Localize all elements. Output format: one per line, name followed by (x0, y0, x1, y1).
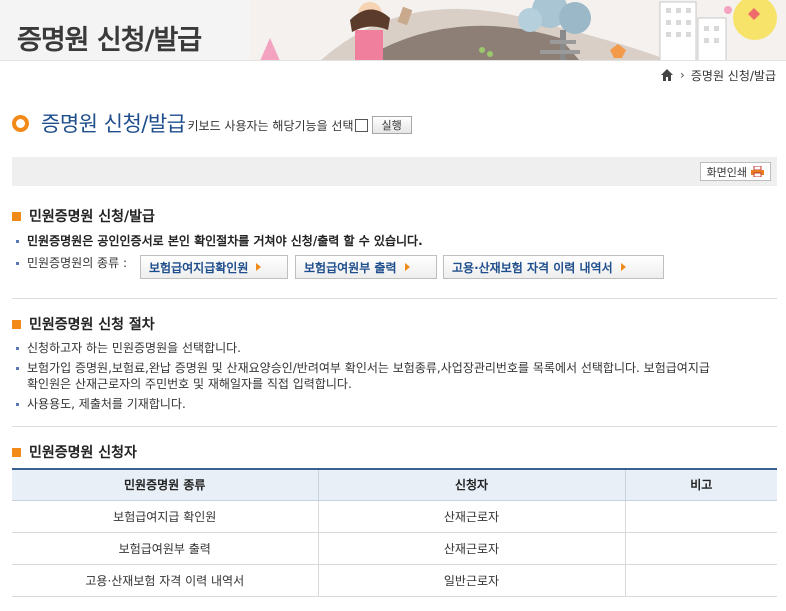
section-square-icon (12, 447, 21, 457)
arrow-right-icon (404, 263, 410, 271)
benefit-payment-cert-label: 보험급여지급확인원 (149, 260, 249, 275)
table-row: 보험급여원부 출력 산재근로자 (12, 532, 777, 565)
print-screen-button[interactable]: 화면인쇄 (699, 162, 771, 181)
banner-illustration (250, 0, 786, 60)
table-header-row: 민원증명원 종류 신청자 비고 (12, 468, 777, 501)
procedure-step2: 보험가입 증명원,보험료,완납 증명원 및 산재요양승인/반려여부 확인서는 보… (27, 360, 710, 392)
column-header-doc-type: 민원증명원 종류 (12, 468, 318, 501)
bullet-icon (16, 240, 19, 243)
bullet-icon (16, 403, 19, 406)
list-item: 보험가입 증명원,보험료,완납 증명원 및 산재요양승인/반려여부 확인서는 보… (16, 360, 776, 392)
section-apply-line1: 민원증명원은 공인인증서로 본인 확인절차를 거쳐야 신청/출력 할 수 있습니… (27, 234, 423, 248)
breadcrumb-current[interactable]: 증명원 신청/발급 (691, 67, 776, 84)
qualification-history-label: 고용·산재보험 자격 이력 내역서 (452, 260, 613, 275)
table-cell-applicant: 산재근로자 (317, 500, 625, 533)
section-square-icon (12, 211, 21, 221)
section-procedure-head: 민원증명원 신청 절차 (12, 315, 155, 333)
table-row: 보험급여지급 확인원 산재근로자 (12, 500, 777, 533)
top-banner: 증명원 신청/발급 (0, 0, 786, 61)
section-applicant-title: 민원증명원 신청자 (29, 445, 137, 461)
list-item: 민원증명원은 공인인증서로 본인 확인절차를 거쳐야 신청/출력 할 수 있습니… (16, 233, 423, 249)
bullet-icon (16, 262, 19, 265)
qualification-history-button[interactable]: 고용·산재보험 자격 이력 내역서 (443, 255, 664, 279)
bullet-icon (16, 347, 19, 350)
benefit-ledger-print-label: 보험급여원부 출력 (304, 260, 397, 275)
keyboard-notice: 키보드 사용자는 해당기능을 선택 (187, 118, 354, 133)
table-cell-remarks (624, 564, 777, 597)
table-cell-applicant: 산재근로자 (317, 532, 625, 565)
banner-title: 증명원 신청/발급 (17, 25, 202, 56)
table-row: 고용·산재보험 자격 이력 내역서 일반근로자 (12, 564, 777, 597)
print-bar: 화면인쇄 (12, 157, 777, 186)
arrow-right-icon (620, 263, 626, 271)
bullet-icon (16, 367, 19, 370)
divider (12, 298, 777, 299)
table-cell-doc-type: 보험급여원부 출력 (12, 532, 318, 565)
section-applicant-head: 민원증명원 신청자 (12, 443, 137, 461)
section-square-icon (12, 319, 21, 329)
arrow-right-icon (256, 263, 262, 271)
procedure-step2-line-a: 보험가입 증명원,보험료,완납 증명원 및 산재요양승인/반려여부 확인서는 보… (27, 361, 710, 375)
list-item: 신청하고자 하는 민원증명원을 선택합니다. (16, 340, 241, 356)
table-cell-doc-type: 고용·산재보험 자격 이력 내역서 (12, 564, 318, 597)
section-procedure-title: 민원증명원 신청 절차 (29, 317, 155, 333)
title-ring-icon (12, 114, 29, 132)
section-apply-title: 민원증명원 신청/발급 (29, 209, 155, 225)
procedure-step2-line-b: 확인원은 산재근로자의 주민번호 및 재해일자를 직접 입력합니다. (27, 377, 352, 391)
print-screen-label: 화면인쇄 (706, 165, 747, 179)
keyboard-checkbox[interactable] (354, 118, 368, 132)
breadcrumb: › 증명원 신청/발급 (660, 67, 776, 83)
procedure-step3: 사용용도, 제출처를 기재합니다. (27, 397, 186, 411)
benefit-payment-cert-button[interactable]: 보험급여지급확인원 (140, 255, 288, 279)
list-item: 민원증명원의 종류 : (16, 255, 127, 271)
home-icon[interactable] (660, 68, 674, 82)
table-cell-applicant: 일반근로자 (317, 564, 625, 597)
table-cell-remarks (624, 500, 777, 533)
list-item: 사용용도, 제출처를 기재합니다. (16, 396, 186, 412)
table-cell-remarks (624, 532, 777, 565)
page-title: 증명원 신청/발급 (41, 112, 186, 136)
applicant-table: 민원증명원 종류 신청자 비고 보험급여지급 확인원 산재근로자 보험급여원부 … (12, 468, 777, 597)
run-button[interactable]: 실행 (371, 116, 412, 134)
table-cell-doc-type: 보험급여지급 확인원 (12, 500, 318, 533)
column-header-remarks: 비고 (624, 468, 777, 501)
section-apply-head: 민원증명원 신청/발급 (12, 207, 155, 225)
page-title-row: 증명원 신청/발급 키보드 사용자는 해당기능을 선택 실행 (12, 109, 412, 137)
procedure-step1: 신청하고자 하는 민원증명원을 선택합니다. (27, 341, 241, 355)
chevron-right-icon: › (680, 68, 685, 82)
benefit-ledger-print-button[interactable]: 보험급여원부 출력 (295, 255, 437, 279)
column-header-applicant: 신청자 (317, 468, 625, 501)
doc-types-label: 민원증명원의 종류 : (27, 256, 127, 270)
printer-icon (751, 166, 764, 177)
divider (12, 426, 777, 427)
